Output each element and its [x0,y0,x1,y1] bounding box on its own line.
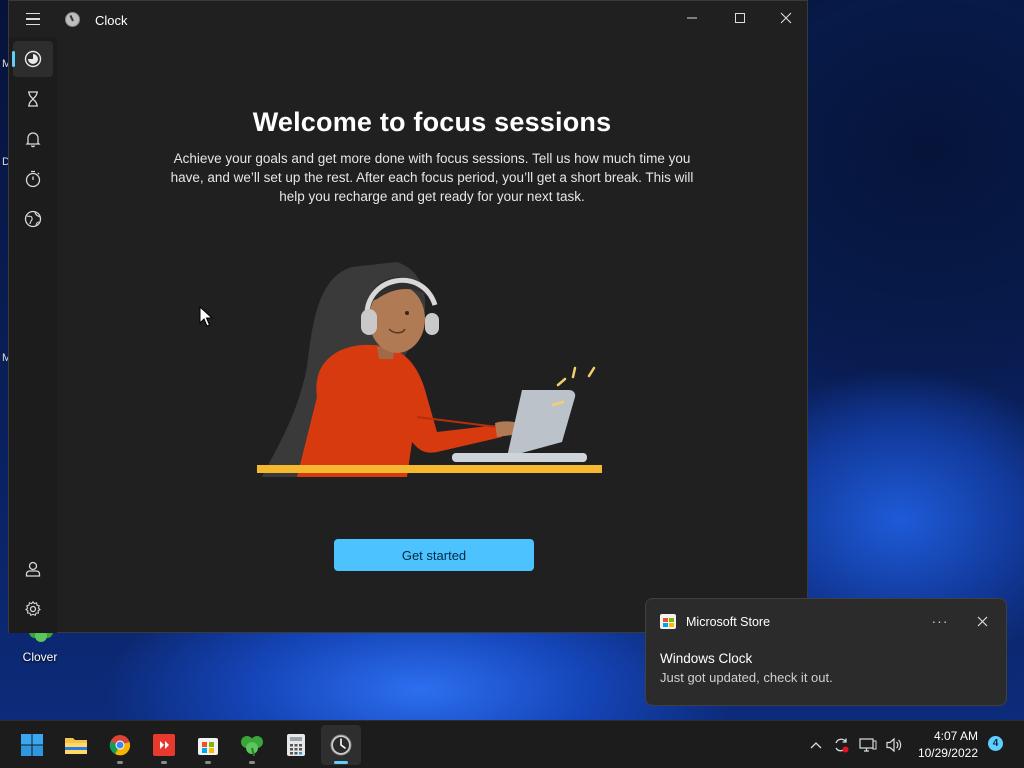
nav-item-focus-sessions[interactable] [12,41,53,77]
sync-status-button[interactable] [830,721,852,768]
clock-window: Clock Welcome to focus sessions Achieve … [8,0,808,633]
anydesk-icon [153,734,175,756]
window-title: Clock [95,13,128,28]
nav-item-world-clock[interactable] [13,201,53,237]
stopwatch-icon [25,170,41,188]
close-button[interactable] [763,1,809,35]
show-hidden-icons-button[interactable] [806,721,826,768]
desktop-icon-label: Clover [22,650,58,664]
taskbar: 4:07 AM 10/29/2022 [0,720,1024,768]
minimize-icon [687,17,697,19]
taskbar-anydesk[interactable] [144,725,184,765]
focus-sessions-page: Welcome to focus sessions Achieve your g… [57,37,807,633]
start-button[interactable] [12,725,52,765]
toast-body: Just got updated, check it out. [660,670,833,685]
close-icon [977,616,987,626]
notification-count-badge[interactable]: 4 [988,736,1003,751]
person-icon [25,561,41,577]
toast-title: Windows Clock [660,651,753,666]
taskbar-file-explorer[interactable] [56,725,96,765]
get-started-button[interactable]: Get started [334,539,534,571]
folder-icon [65,738,87,754]
nav-item-alarm[interactable] [13,121,53,157]
taskbar-date[interactable]: 10/29/2022 [908,746,978,760]
nav-item-timer[interactable] [13,81,53,117]
network-button[interactable] [856,721,880,768]
bell-icon [25,132,41,148]
nav-item-account[interactable] [13,551,53,587]
hamburger-menu-icon[interactable] [21,9,45,29]
toast-header: Microsoft Store [660,614,770,629]
chevron-up-icon [810,742,822,749]
volume-button[interactable] [882,721,906,768]
taskbar-chrome[interactable] [100,725,140,765]
toast-more-options-button[interactable]: ··· [928,609,952,633]
toast-source: Microsoft Store [686,614,771,629]
network-icon [859,738,877,752]
sync-icon [835,738,849,753]
store-icon [198,738,218,755]
gear-icon [25,600,41,617]
taskbar-clock[interactable] [321,725,361,765]
taskbar-clover[interactable] [232,725,272,765]
nav-item-stopwatch[interactable] [13,161,53,197]
chrome-icon [109,735,131,756]
mouse-cursor-icon [199,306,213,327]
globe-icon [24,210,42,228]
minimize-button[interactable] [669,1,715,35]
taskbar-microsoft-store[interactable] [188,725,228,765]
clover-icon [241,736,263,756]
title-bar[interactable]: Clock [9,1,807,37]
navigation-rail [9,37,57,633]
focus-icon [24,50,42,68]
hourglass-icon [28,91,38,107]
microsoft-store-icon [660,614,676,629]
toast-close-button[interactable] [970,609,994,633]
maximize-icon [735,13,745,23]
taskbar-calculator[interactable] [276,725,316,765]
maximize-button[interactable] [717,1,763,35]
speaker-icon [886,737,902,753]
clock-icon [330,734,352,756]
close-icon [780,12,792,24]
windows-logo-icon [21,734,43,756]
taskbar-time[interactable]: 4:07 AM [912,729,978,743]
page-description: Achieve your goals and get more done wit… [170,151,694,204]
nav-item-settings[interactable] [13,591,53,627]
focus-illustration [257,262,602,477]
clock-app-icon [65,12,80,27]
notification-toast[interactable]: Microsoft Store ··· Windows Clock Just g… [645,598,1007,706]
calculator-icon [287,734,305,756]
page-title: Welcome to focus sessions [252,107,612,137]
